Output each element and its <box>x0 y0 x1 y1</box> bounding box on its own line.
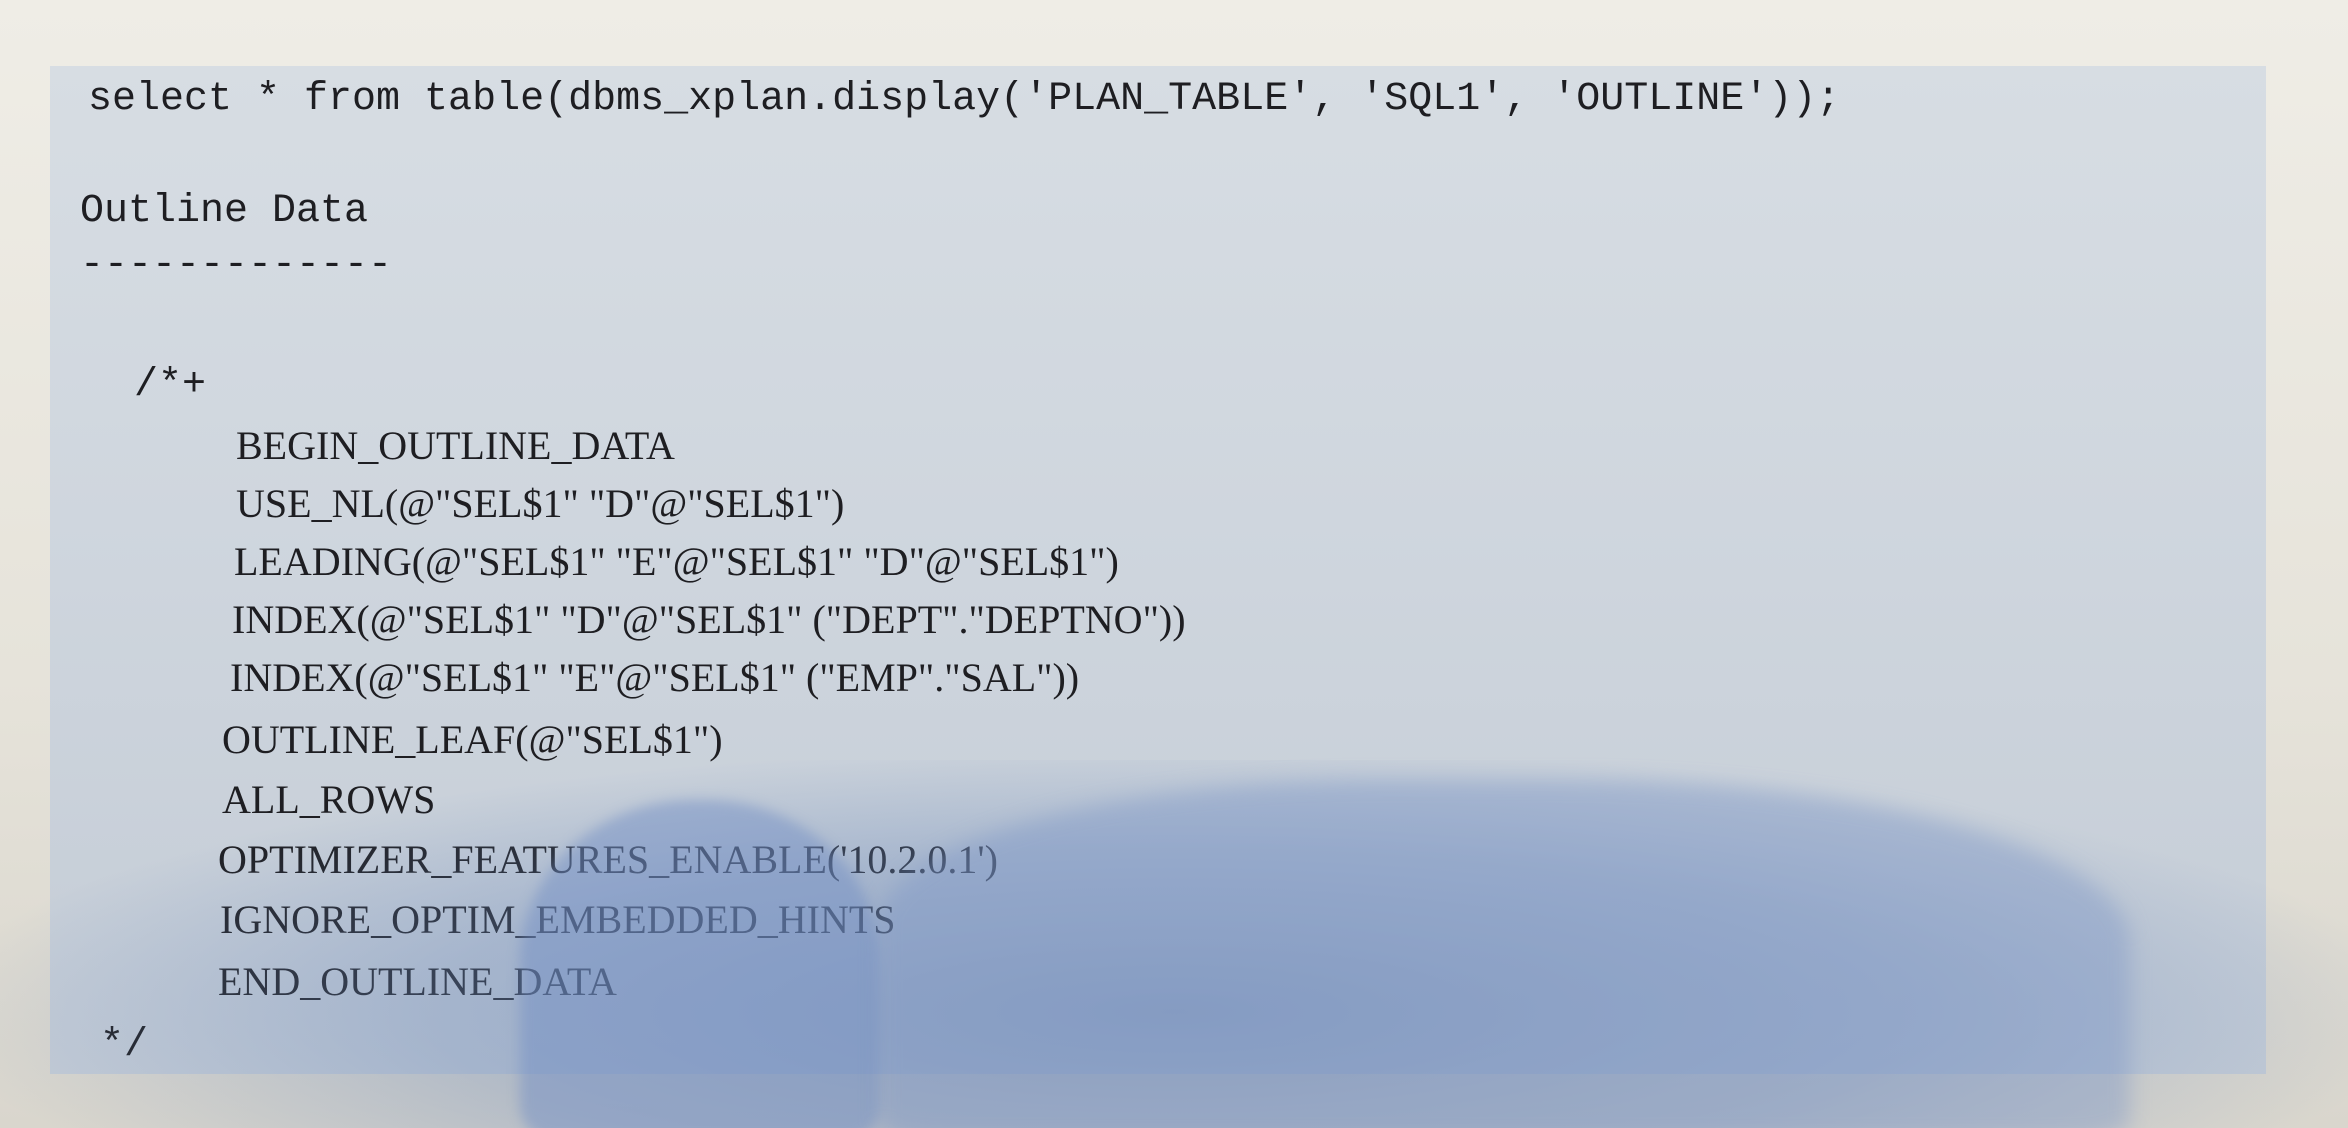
hint-line: LEADING(@"SEL$1" "E"@"SEL$1" "D"@"SEL$1"… <box>234 539 1119 584</box>
query-line: select * from table(dbms_xplan.display('… <box>88 77 1841 122</box>
hint-line: OUTLINE_LEAF(@"SEL$1") <box>222 717 723 762</box>
hint-line: IGNORE_OPTIM_EMBEDDED_HINTS <box>220 897 896 942</box>
hint-line: INDEX(@"SEL$1" "E"@"SEL$1" ("EMP"."SAL")… <box>230 655 1080 700</box>
section-title: Outline Data <box>80 189 369 234</box>
hint-line: BEGIN_OUTLINE_DATA <box>236 423 675 468</box>
section-rule: ------------- <box>80 243 393 288</box>
hint-line: USE_NL(@"SEL$1" "D"@"SEL$1") <box>236 481 845 526</box>
hint-line: INDEX(@"SEL$1" "D"@"SEL$1" ("DEPT"."DEPT… <box>232 597 1186 642</box>
hint-open: /*+ <box>134 363 207 408</box>
hint-line: END_OUTLINE_DATA <box>218 959 617 1004</box>
hint-line: ALL_ROWS <box>222 777 436 822</box>
hint-line: OPTIMIZER_FEATURES_ENABLE('10.2.0.1') <box>218 837 998 882</box>
printed-page: select * from table(dbms_xplan.display('… <box>0 0 2348 1128</box>
hint-close: */ <box>100 1023 149 1068</box>
